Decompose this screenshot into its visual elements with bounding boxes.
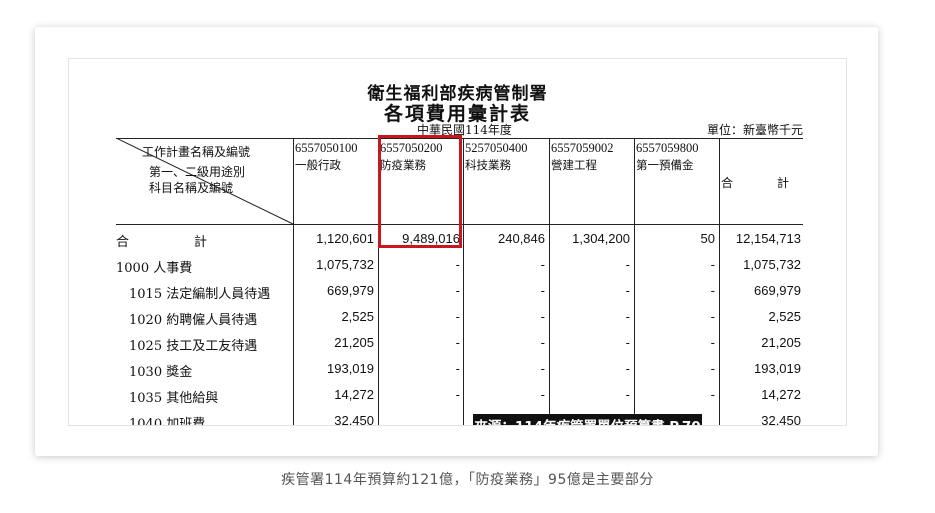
table-row: 1030 獎金 193,019 - - - - 193,019	[69, 361, 846, 387]
cell-value: 193,019	[327, 361, 374, 376]
row-label: 1030 獎金	[129, 365, 193, 380]
column-code: 6557059002	[551, 141, 614, 155]
image-card: 衛生福利部疾病管制署 各項費用彙計表 中華民國114年度 單位：新臺幣千元 工作…	[35, 27, 878, 456]
column-name: 科技業務	[465, 158, 511, 172]
cell-value: -	[710, 257, 715, 272]
column-name: 一般行政	[295, 158, 341, 172]
row-label: 1035 其他給與	[129, 391, 219, 406]
header-category-label: 第一、二級用途別	[149, 165, 246, 179]
cell-value: -	[710, 361, 715, 376]
cell-value: 14,272	[334, 387, 374, 402]
document-unit: 單位：新臺幣千元	[706, 123, 803, 137]
cell-value: 21,205	[334, 335, 374, 350]
cell-value: 14,272	[761, 387, 801, 402]
cell-value: 12,154,713	[735, 231, 801, 246]
cell-value: -	[710, 309, 715, 324]
row-label: 1000 人事費	[116, 261, 193, 276]
cell-value: -	[625, 387, 630, 402]
cell-value: 1,075,732	[316, 257, 374, 272]
column-header-technology: 5257050400 科技業務	[465, 141, 528, 173]
header-subject-label: 科目名稱及編號	[149, 181, 234, 195]
cell-value: -	[710, 387, 715, 402]
cell-value: -	[540, 283, 545, 298]
column-code: 6557059800	[636, 141, 699, 155]
row-label: 1025 技工及工友待遇	[129, 339, 258, 354]
column-header-general-admin: 6557050100 一般行政	[295, 141, 358, 173]
cell-value: -	[625, 361, 630, 376]
total-header-char: 合	[721, 176, 734, 190]
cell-value: -	[625, 309, 630, 324]
cell-value: 32,450	[334, 413, 374, 426]
cell-value: 2,525	[768, 309, 801, 324]
cell-value: -	[455, 309, 460, 324]
cell-value: 669,979	[327, 283, 374, 298]
header-project-label: 工作計畫名稱及編號	[142, 145, 251, 159]
source-label: 來源：114年疾管署單位預算書 P.70	[473, 414, 702, 425]
column-code: 6557050100	[295, 141, 358, 155]
column-header-construction: 6557059002 營建工程	[551, 141, 614, 173]
cell-value: -	[625, 335, 630, 350]
cell-value: 1,304,200	[572, 231, 630, 246]
cell-value: 1,120,601	[316, 231, 374, 246]
cell-value: -	[625, 283, 630, 298]
cell-value: -	[540, 335, 545, 350]
row-label: 合 計	[116, 235, 208, 250]
cell-value: 50	[700, 231, 715, 246]
table-row: 1000 人事費 1,075,732 - - - - 1,075,732	[69, 257, 846, 283]
row-label: 1015 法定編制人員待遇	[129, 287, 271, 302]
cell-value: -	[540, 309, 545, 324]
budget-table-document: 衛生福利部疾病管制署 各項費用彙計表 中華民國114年度 單位：新臺幣千元 工作…	[68, 58, 847, 426]
cell-value: -	[540, 387, 545, 402]
table-row: 1040 加班費 32,450 32,450	[69, 413, 846, 426]
cell-value: -	[625, 257, 630, 272]
table-row: 1015 法定編制人員待遇 669,979 - - - - 669,979	[69, 283, 846, 309]
column-name: 營建工程	[551, 158, 597, 172]
cell-value: -	[710, 283, 715, 298]
cell-value: 32,450	[761, 413, 801, 426]
cell-value: 240,846	[498, 231, 545, 246]
cell-value: 2,525	[341, 309, 374, 324]
table-row: 1025 技工及工友待遇 21,205 - - - - 21,205	[69, 335, 846, 361]
row-label: 1020 約聘僱人員待遇	[129, 313, 258, 328]
column-name: 第一預備金	[636, 158, 694, 172]
table-row: 1035 其他給與 14,272 - - - - 14,272	[69, 387, 846, 413]
cell-value: -	[455, 361, 460, 376]
cell-value: 193,019	[754, 361, 801, 376]
column-header-total: 合計	[721, 174, 803, 191]
cell-value: 669,979	[754, 283, 801, 298]
column-header-reserve-fund: 6557059800 第一預備金	[636, 141, 699, 173]
cell-value: -	[455, 257, 460, 272]
cell-value: -	[540, 257, 545, 272]
cell-value: -	[540, 361, 545, 376]
cell-value: -	[455, 335, 460, 350]
cell-value: -	[455, 283, 460, 298]
table-row: 1020 約聘僱人員待遇 2,525 - - - - 2,525	[69, 309, 846, 335]
cell-value: 21,205	[761, 335, 801, 350]
row-label: 1040 加班費	[129, 417, 206, 426]
cell-value: 1,075,732	[743, 257, 801, 272]
image-caption: 疾管署114年預算約121億，「防疫業務」95億是主要部分	[281, 472, 654, 488]
cell-value: -	[455, 387, 460, 402]
highlight-box-epidemic-prevention	[378, 135, 462, 248]
total-header-char: 計	[777, 176, 790, 190]
cell-value: -	[710, 335, 715, 350]
column-code: 5257050400	[465, 141, 528, 155]
